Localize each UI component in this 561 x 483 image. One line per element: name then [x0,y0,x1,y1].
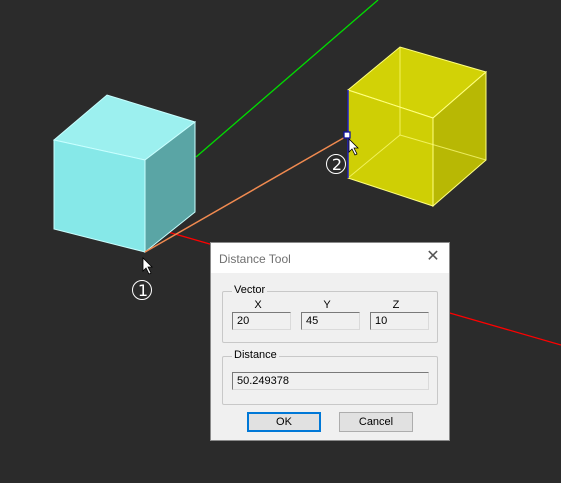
point-handle-icon[interactable] [343,131,351,139]
distance-group: Distance 50.249378 [222,349,438,405]
vector-y-field[interactable]: 45 [301,312,360,330]
ok-button[interactable]: OK [247,412,321,432]
z-column-label: Z [392,299,400,311]
yellow-cube[interactable] [346,46,488,208]
vector-label: Vector [232,284,268,296]
vector-group: Vector X Y Z 20 45 10 [222,284,438,343]
distance-label: Distance [232,349,279,361]
dialog-title: Distance Tool [219,252,291,266]
cursor-arrow-icon [142,257,153,275]
y-column-label: Y [323,299,331,311]
dialog-titlebar[interactable]: Distance Tool ✕ [211,243,449,273]
vector-x-field[interactable]: 20 [232,312,291,330]
cancel-button[interactable]: Cancel [339,412,413,432]
x-column-label: X [254,299,262,311]
cyan-cube[interactable] [52,94,197,254]
distance-tool-dialog: Distance Tool ✕ Vector X Y Z 20 45 10 Di… [210,242,450,441]
step-marker-1: 1 [131,279,155,303]
vector-z-field[interactable]: 10 [370,312,429,330]
distance-field[interactable]: 50.249378 [232,372,429,390]
step-marker-2: 2 [325,153,349,177]
close-icon[interactable]: ✕ [425,249,441,265]
